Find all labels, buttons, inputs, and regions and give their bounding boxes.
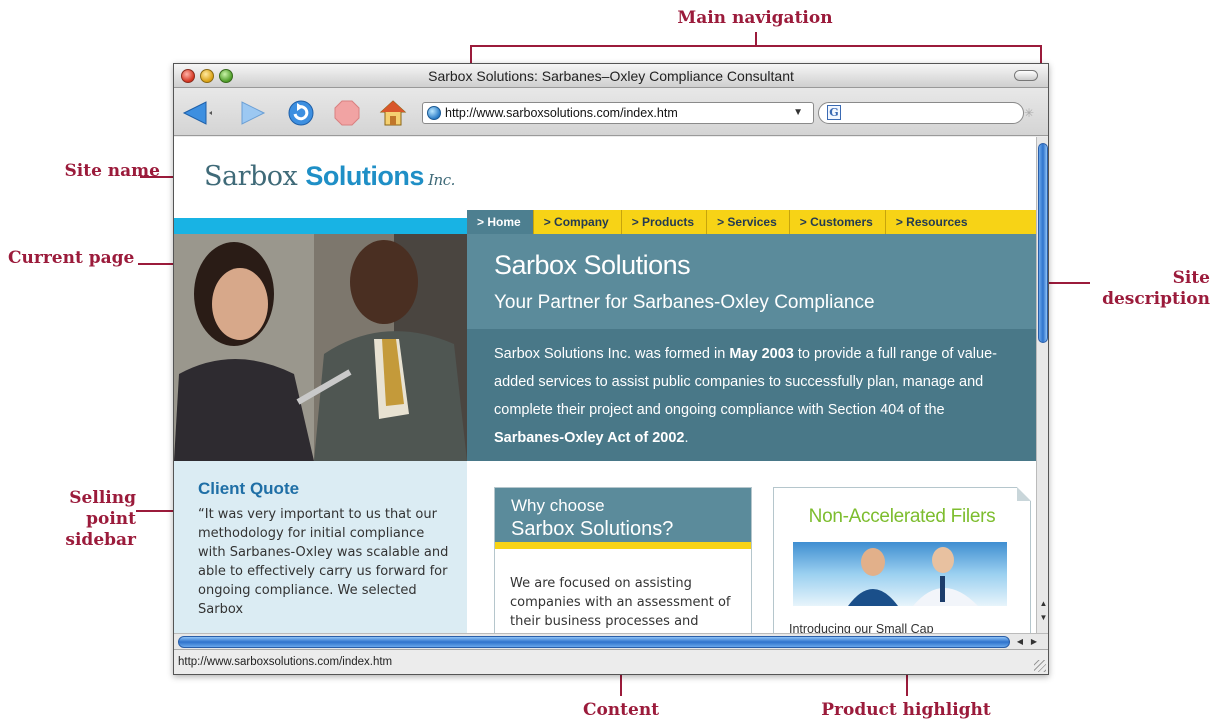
callout-selling-line1: Selling (69, 488, 136, 508)
forward-arrow-icon (241, 101, 266, 125)
product-photo (793, 542, 1007, 606)
callout-site-name: Site name (64, 161, 160, 181)
logo-text-sarbox: Sarbox (204, 161, 306, 192)
site-description-panel: Sarbox Solutions Your Partner for Sarban… (467, 234, 1036, 461)
reload-icon (288, 100, 314, 126)
nav-tab-services[interactable]: > Services (707, 210, 790, 234)
chevron-down-icon[interactable]: ▼ (793, 103, 803, 123)
callout-content: Content (582, 700, 660, 720)
window-title: Sarbox Solutions: Sarbanes–Oxley Complia… (428, 68, 794, 84)
selling-point-sidebar: Client Quote “It was very important to u… (174, 461, 467, 633)
callout-site-description-line2: description (1102, 289, 1210, 309)
horizontal-scrollbar[interactable]: ◀ ▶ (174, 633, 1048, 649)
scroll-right-icon[interactable]: ▶ (1028, 636, 1040, 648)
why-choose-line1: Why choose (511, 496, 605, 515)
callout-site-description: Site description (1080, 268, 1210, 310)
main-navigation: > Home > Company > Products > Services >… (467, 210, 1036, 234)
back-button[interactable] (182, 98, 212, 128)
header-accent-strip (174, 218, 467, 234)
back-arrow-icon (182, 101, 212, 125)
forward-button[interactable] (236, 98, 266, 128)
stop-icon (334, 100, 360, 126)
callout-selling-line2: point (86, 509, 136, 529)
page-viewport: Sarbox Solutions Inc. > Home > Company >… (174, 137, 1036, 633)
reload-button[interactable] (286, 98, 316, 128)
home-icon (379, 100, 407, 126)
business-people-illustration (174, 234, 467, 461)
product-body: Introducing our Small Cap (789, 622, 934, 633)
nav-tab-resources[interactable]: > Resources (885, 210, 1036, 234)
callout-line (755, 32, 757, 46)
title-bar: Sarbox Solutions: Sarbanes–Oxley Complia… (174, 64, 1048, 88)
callout-selling-line3: sidebar (65, 530, 136, 550)
callout-product-highlight: Product highlight (821, 700, 991, 720)
resize-grip-icon[interactable] (1034, 660, 1046, 672)
hero-body-act: Sarbanes-Oxley Act of 2002 (494, 430, 685, 446)
business-meeting-illustration (848, 547, 978, 606)
address-text: http://www.sarboxsolutions.com/index.htm (445, 106, 678, 120)
nav-tab-products[interactable]: > Products (621, 210, 708, 234)
address-bar[interactable]: http://www.sarboxsolutions.com/index.htm… (422, 102, 814, 124)
nav-tab-customers[interactable]: > Customers (789, 210, 886, 234)
business-people-photo (174, 234, 467, 461)
hero-body-text: . (684, 430, 689, 446)
content-area: Why choose Sarbox Solutions? We are focu… (467, 461, 1036, 633)
why-choose-header: Why choose Sarbox Solutions? (495, 488, 751, 549)
search-input[interactable]: G (818, 102, 1024, 124)
why-choose-line2: Sarbox Solutions? (511, 518, 674, 540)
google-icon[interactable]: G (827, 105, 841, 120)
horizontal-scroll-thumb[interactable] (178, 636, 1010, 648)
hero-body-date: May 2003 (729, 346, 794, 362)
hero-body-text: Sarbox Solutions Inc. was formed in (494, 346, 730, 362)
callout-line (470, 45, 1042, 47)
browser-window: Sarbox Solutions: Sarbanes–Oxley Complia… (173, 63, 1049, 675)
hero-title: Sarbox Solutions (494, 250, 691, 280)
status-text: http://www.sarboxsolutions.com/index.htm (178, 656, 393, 668)
hero-subtitle: Your Partner for Sarbanes-Oxley Complian… (494, 292, 875, 313)
globe-icon (427, 106, 441, 120)
product-title[interactable]: Non-Accelerated Filers (774, 506, 1030, 528)
callout-site-description-line1: Site (1172, 268, 1210, 288)
scroll-down-icon[interactable]: ▼ (1037, 611, 1048, 624)
scroll-left-icon[interactable]: ◀ (1014, 636, 1026, 648)
activity-icon: ✳ (1024, 106, 1035, 120)
nav-tab-home[interactable]: > Home (467, 210, 534, 234)
logo-text-solutions: Solutions (305, 161, 424, 191)
quote-text: “It was very important to us that our me… (198, 507, 449, 617)
scroll-up-icon[interactable]: ▲ (1037, 597, 1048, 610)
page-curl-corner (1017, 487, 1031, 501)
why-choose-box: Why choose Sarbox Solutions? We are focu… (494, 487, 752, 633)
logo-text-inc: Inc. (423, 171, 455, 189)
callout-selling-point-sidebar: Selling point sidebar (10, 488, 136, 551)
vertical-scroll-thumb[interactable] (1038, 143, 1048, 343)
hero-header (467, 234, 1036, 329)
callout-main-navigation: Main navigation (677, 8, 833, 28)
stop-button[interactable] (332, 98, 362, 128)
quote-title: Client Quote (198, 479, 300, 498)
hero-body: Sarbox Solutions Inc. was formed in May … (494, 340, 1014, 452)
home-button[interactable] (378, 98, 408, 128)
callout-current-page: Current page (8, 248, 135, 268)
toolbar-toggle-button[interactable] (1014, 70, 1038, 81)
status-bar: http://www.sarboxsolutions.com/index.htm (174, 649, 1048, 674)
site-logo[interactable]: Sarbox Solutions Inc. (204, 161, 455, 192)
product-highlight-box[interactable]: Non-Accelerated Filers Introducing our S… (773, 487, 1031, 633)
vertical-scrollbar[interactable]: ▲ ▼ (1036, 137, 1048, 633)
why-choose-body: We are focused on assisting companies wi… (510, 576, 731, 629)
browser-toolbar: http://www.sarboxsolutions.com/index.htm… (174, 88, 1048, 136)
nav-tab-company[interactable]: > Company (533, 210, 622, 234)
